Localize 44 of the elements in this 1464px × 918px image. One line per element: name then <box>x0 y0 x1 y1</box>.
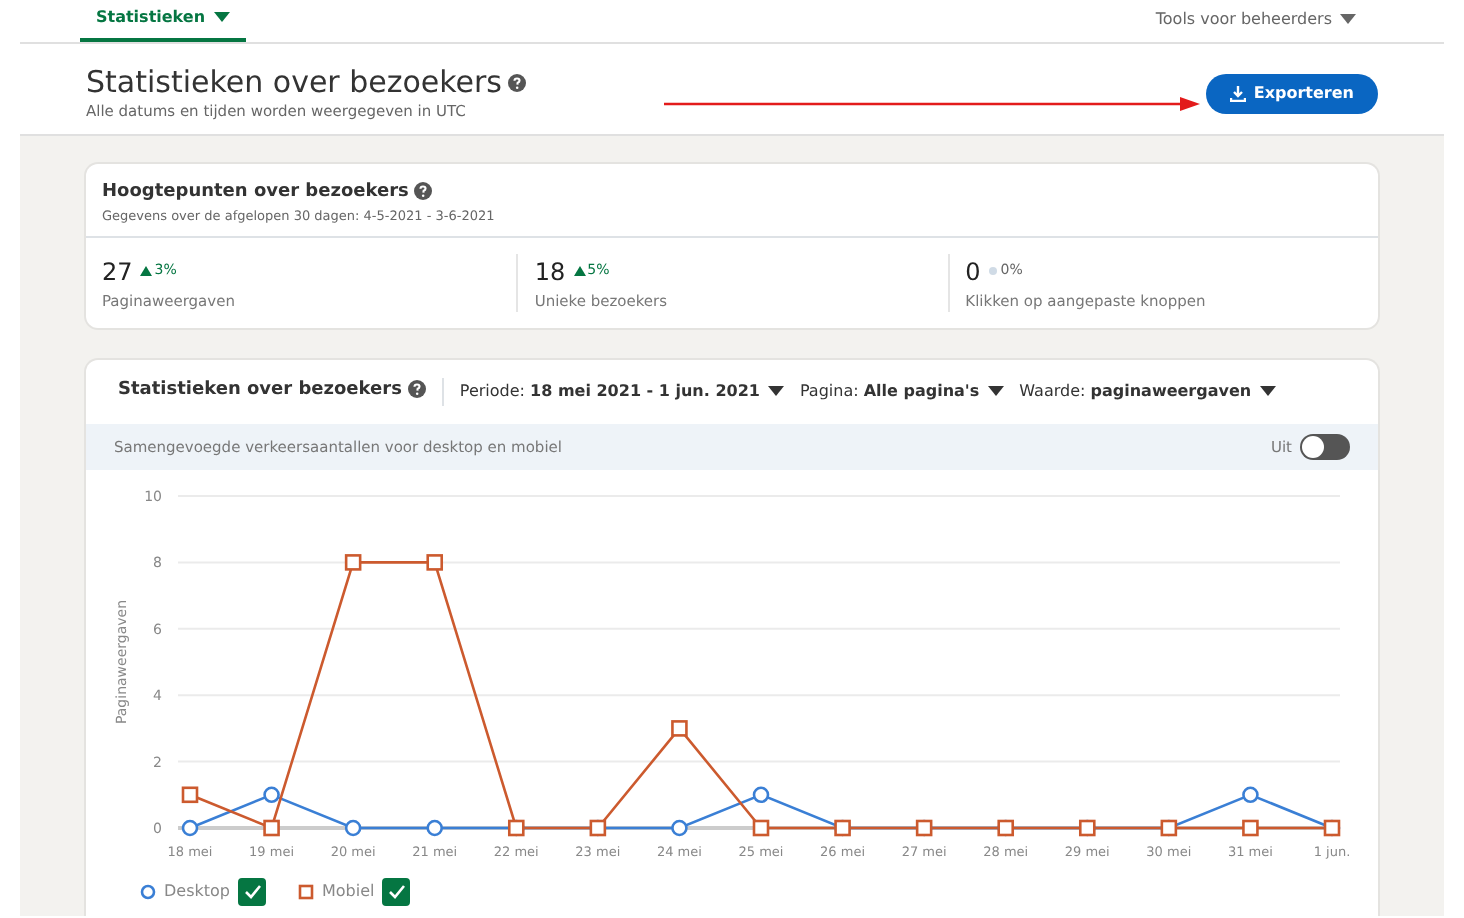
data-point <box>671 719 688 737</box>
check-icon <box>387 883 406 900</box>
help-icon[interactable] <box>407 380 426 399</box>
checkbox[interactable] <box>382 877 411 906</box>
tools-dropdown[interactable]: Tools voor beheerders <box>1143 6 1368 34</box>
data-point <box>752 786 770 803</box>
stat-value: 27 <box>102 255 133 289</box>
card-title: Hoogtepunten over bezoekers <box>102 182 409 203</box>
caret-icon <box>767 386 784 397</box>
stat-value: 0 <box>965 255 981 289</box>
download-icon <box>1229 85 1246 102</box>
check-icon <box>243 883 261 900</box>
card-title: Statistieken over bezoekers <box>118 380 402 400</box>
data-point <box>344 819 362 836</box>
data-point <box>181 819 199 836</box>
data-point <box>344 553 362 571</box>
stat-value: 18 <box>534 255 566 289</box>
caret-icon <box>1340 14 1356 25</box>
legend-label: Mobiel <box>322 879 375 904</box>
caret-icon <box>1259 386 1276 397</box>
data-point <box>426 553 443 571</box>
data-point <box>1242 819 1259 836</box>
page-title: Statistieken over bezoekers <box>86 64 503 100</box>
circle-marker-icon <box>140 883 156 900</box>
help-icon[interactable] <box>414 182 433 201</box>
nav-tab[interactable]: Statistieken <box>80 0 246 42</box>
data-point <box>181 786 199 803</box>
data-point <box>671 819 688 836</box>
caret-icon <box>987 386 1004 397</box>
square-marker-icon <box>298 883 314 900</box>
filter-dropdown[interactable]: Periode: 18 mei 2021 - 1 jun. 2021 <box>459 379 784 404</box>
export-button[interactable]: Exporteren <box>1205 73 1378 114</box>
data-point <box>1242 786 1259 803</box>
toggle-switch[interactable] <box>1300 433 1350 460</box>
data-point <box>426 819 443 836</box>
checkbox[interactable] <box>238 877 266 906</box>
filter-dropdown[interactable]: Waarde: paginaweergaven <box>1019 379 1276 404</box>
legend-label: Desktop <box>164 879 230 904</box>
caret-icon <box>213 12 230 23</box>
filter-dropdown[interactable]: Pagina: Alle pagina's <box>799 379 1004 404</box>
data-point <box>263 819 280 836</box>
data-point <box>263 786 280 803</box>
help-icon[interactable] <box>508 74 527 93</box>
data-point <box>752 819 770 836</box>
